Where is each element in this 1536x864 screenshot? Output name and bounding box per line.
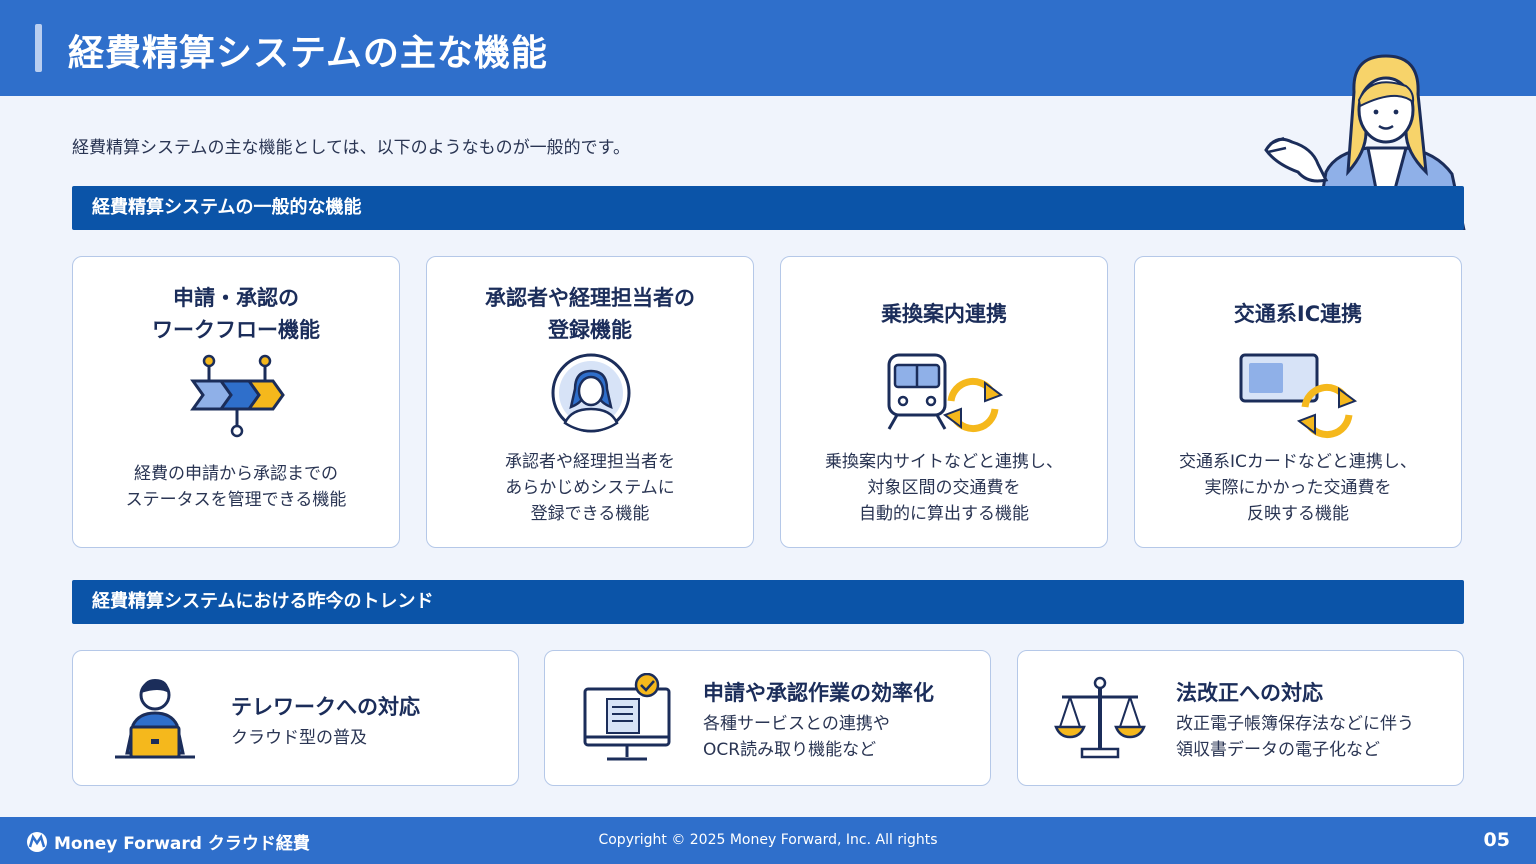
feature-card-title: 交通系IC連携 [1233, 302, 1363, 326]
telework-icon [115, 679, 195, 759]
feature-card-title: 乗換案内連携 [881, 302, 1007, 326]
feature-card-desc: 交通系ICカードなどと連携し、 実際にかかった交通費を 反映する機能 [1179, 452, 1417, 524]
workflow-icon [190, 354, 285, 438]
copyright: Copyright © 2025 Money Forward, Inc. All… [598, 832, 938, 848]
trend-card-title: テレワークへの対応 [231, 695, 420, 719]
feature-card-title: 申請・承認の ワークフロー機能 [152, 286, 320, 342]
trend-card-telework: テレワークへの対応 クラウド型の普及 [72, 650, 519, 786]
feature-card-approver: 承認者や経理担当者の 登録機能 承認者や経理担当者を あらかじめシステムに 登録… [426, 256, 754, 548]
feature-card-desc: 乗換案内サイトなどと連携し、 対象区間の交通費を 自動的に算出する機能 [825, 452, 1063, 524]
section-header-functions: 経費精算システムの一般的な機能 [72, 186, 1464, 230]
feature-card-desc: 承認者や経理担当者を あらかじめシステムに 登録できる機能 [505, 452, 675, 524]
feature-card-route-search: 乗換案内連携 乗換案内サイトなどと連携し、 対象区間の交通費を 自動的に算出する… [780, 256, 1108, 548]
section-header-trends: 経費精算システムにおける昨今のトレンド [72, 580, 1464, 624]
intro-text: 経費精算システムの主な機能としては、以下のようなものが一般的です。 [72, 138, 630, 158]
feature-card-ic-card: 交通系IC連携 交通系ICカードなどと連携し、 実際にかかった交通費を 反映する… [1134, 256, 1462, 548]
ic-card-sync-icon [1239, 353, 1358, 438]
feature-card-desc: 経費の申請から承認までの ステータスを管理できる機能 [125, 464, 347, 510]
header-accent-bar [35, 24, 42, 72]
trend-card-desc: 改正電子帳簿保存法などに伴う 領収書データの電子化など [1176, 714, 1414, 760]
page-number: 05 [1483, 829, 1510, 851]
trend-card-law: 法改正への対応 改正電子帳簿保存法などに伴う 領収書データの電子化など [1017, 650, 1464, 786]
page-title: 経費精算システムの主な機能 [68, 33, 548, 74]
trend-card-desc: 各種サービスとの連携や OCR読み取り機能など [703, 714, 890, 760]
trend-card-desc: クラウド型の普及 [231, 728, 367, 748]
trend-card-title: 申請や承認作業の効率化 [703, 681, 934, 705]
trend-card-title: 法改正への対応 [1176, 681, 1323, 705]
train-sync-icon [887, 353, 1004, 432]
trend-card-efficiency: 申請や承認作業の効率化 各種サービスとの連携や OCR読み取り機能など [544, 650, 991, 786]
footer: Money Forward クラウド経費 Copyright © 2025 Mo… [0, 817, 1536, 864]
feature-card-workflow: 申請・承認の ワークフロー機能 経費の申請から承認までの ステータスを管理できる… [72, 256, 400, 548]
monitor-check-icon [583, 673, 671, 761]
feature-card-title: 承認者や経理担当者の 登録機能 [485, 286, 695, 342]
scales-icon [1054, 676, 1146, 759]
approver-avatar-icon [551, 353, 631, 433]
